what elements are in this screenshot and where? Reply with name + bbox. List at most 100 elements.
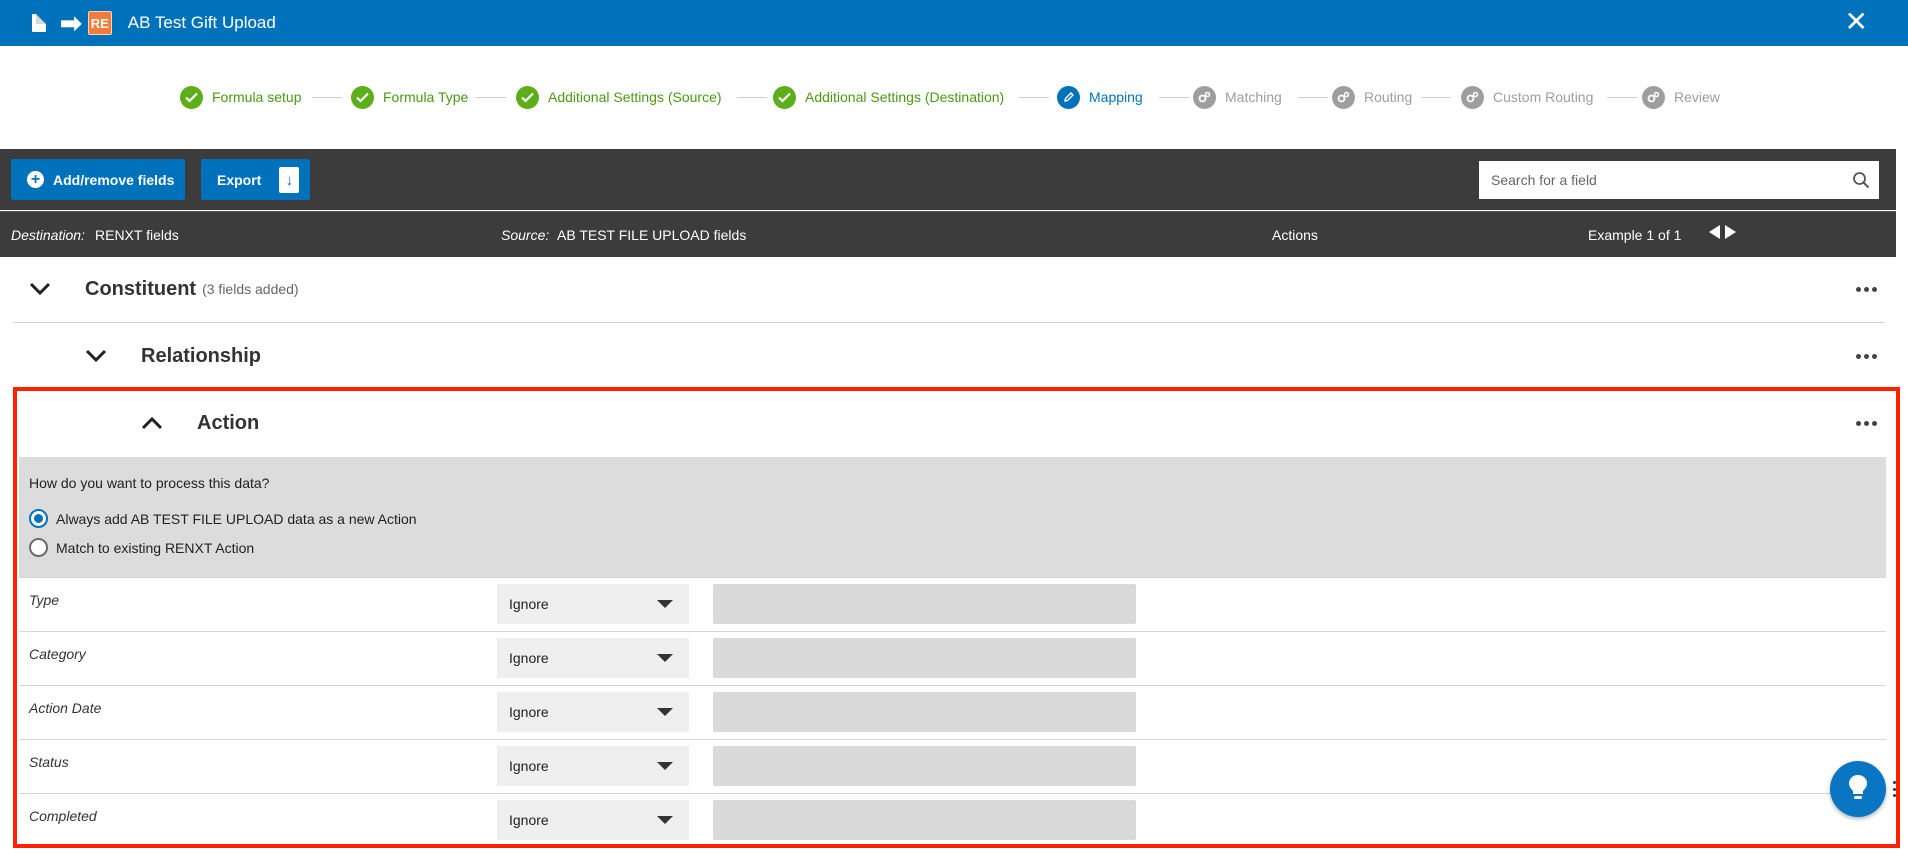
caret-down-icon [657,600,673,608]
step-label: Formula setup [212,89,302,105]
mapping-select[interactable]: Ignore [497,800,689,840]
mapping-select[interactable]: Ignore [497,584,689,624]
gears-icon [1332,85,1355,109]
check-icon [351,85,374,109]
step-label: Mapping [1089,89,1143,105]
field-row-category: Category Ignore [19,631,1886,685]
chevron-down-icon[interactable] [81,341,111,371]
previous-example-icon[interactable] [1709,225,1720,239]
field-label: Category [29,646,86,662]
mapping-toolbar: + Add/remove fields Export ↓ [0,149,1896,210]
step-connector [1019,97,1049,98]
field-row-status: Status Ignore [19,739,1886,793]
add-remove-fields-button[interactable]: + Add/remove fields [11,159,185,200]
title-bar: ➡ RE AB Test Gift Upload ✕ [0,0,1908,46]
step-connector [1159,97,1189,98]
section-title: Constituent [85,277,197,300]
radio-unselected-icon[interactable] [29,538,48,557]
caret-down-icon [657,708,673,716]
source-value: AB TEST FILE UPLOAD fields [557,227,747,243]
chevron-down-icon[interactable] [25,274,55,304]
field-label: Action Date [29,700,102,716]
field-row-type: Type Ignore [19,577,1886,631]
step-label: Routing [1364,89,1413,105]
step-additional-destination[interactable]: Additional Settings (Destination) [773,84,1004,110]
search-icon[interactable] [1843,171,1879,189]
radio-label: Match to existing RENXT Action [56,539,255,556]
step-label: Additional Settings (Source) [548,89,722,105]
destination-label: Destination: [11,227,85,243]
import-flow-icons: ➡ RE [32,10,112,36]
re-logo: RE [87,11,112,35]
export-label: Export [217,171,262,188]
destination-value: RENXT fields [95,227,179,243]
radio-label: Always add AB TEST FILE UPLOAD data as a… [56,510,417,527]
more-options-icon[interactable] [1849,279,1883,299]
select-value: Ignore [509,812,549,828]
radio-selected-icon[interactable] [29,509,48,528]
section-title: Action [197,411,260,434]
column-header: Destination: RENXT fields Source: AB TES… [0,211,1896,257]
process-options-panel: How do you want to process this data? Al… [19,457,1886,577]
step-label: Formula Type [383,89,469,105]
step-connector [1298,97,1328,98]
caret-down-icon [657,654,673,662]
mapping-select[interactable]: Ignore [497,692,689,732]
select-value: Ignore [509,596,549,612]
help-lightbulb-button[interactable] [1830,761,1886,817]
close-icon[interactable]: ✕ [1845,8,1868,36]
export-button[interactable]: Export ↓ [201,159,310,200]
step-mapping[interactable]: Mapping [1057,84,1143,110]
process-question: How do you want to process this data? [29,475,270,491]
source-value-field [713,638,1136,678]
search-input[interactable] [1479,162,1843,198]
step-additional-source[interactable]: Additional Settings (Source) [516,84,722,110]
check-icon [773,85,796,109]
caret-down-icon [657,762,673,770]
radio-add-new-action[interactable]: Always add AB TEST FILE UPLOAD data as a… [29,509,417,528]
check-icon [516,85,539,109]
section-relationship: Relationship [13,341,1883,371]
step-connector [737,97,767,98]
step-matching[interactable]: Matching [1193,84,1282,110]
select-value: Ignore [509,650,549,666]
next-example-icon[interactable] [1725,225,1736,239]
step-label: Custom Routing [1493,89,1594,105]
field-row-completed: Completed Ignore [19,793,1886,847]
chevron-up-icon[interactable] [137,408,167,438]
gears-icon [1461,85,1484,109]
window-title: AB Test Gift Upload [127,13,276,32]
step-connector [1607,97,1637,98]
field-label: Status [29,754,69,770]
arrow-right-icon: ➡ [60,8,82,38]
mapping-select[interactable]: Ignore [497,638,689,678]
radio-match-existing-action[interactable]: Match to existing RENXT Action [29,538,254,557]
step-connector [1421,97,1451,98]
field-label: Completed [29,808,97,824]
gears-icon [1642,85,1665,109]
drag-handle-icon[interactable] [1893,781,1897,797]
example-counter: Example 1 of 1 [1588,227,1682,243]
field-label: Type [29,592,60,608]
source-value-field [713,584,1136,624]
divider [13,322,1885,323]
section-title: Relationship [141,344,262,367]
more-options-icon[interactable] [1849,346,1883,366]
step-connector [476,97,506,98]
step-connector [312,97,342,98]
caret-down-icon [657,816,673,824]
step-formula-type[interactable]: Formula Type [351,84,468,110]
step-custom-routing[interactable]: Custom Routing [1461,84,1593,110]
step-formula-setup[interactable]: Formula setup [180,84,301,110]
field-row-action-date: Action Date Ignore [19,685,1886,739]
gears-icon [1193,85,1216,109]
source-value-field [713,746,1136,786]
more-options-icon[interactable] [1849,413,1883,433]
step-review[interactable]: Review [1642,84,1720,110]
step-label: Additional Settings (Destination) [805,89,1005,105]
step-label: Matching [1225,89,1282,105]
select-value: Ignore [509,758,549,774]
select-value: Ignore [509,704,549,720]
mapping-select[interactable]: Ignore [497,746,689,786]
step-routing[interactable]: Routing [1332,84,1412,110]
